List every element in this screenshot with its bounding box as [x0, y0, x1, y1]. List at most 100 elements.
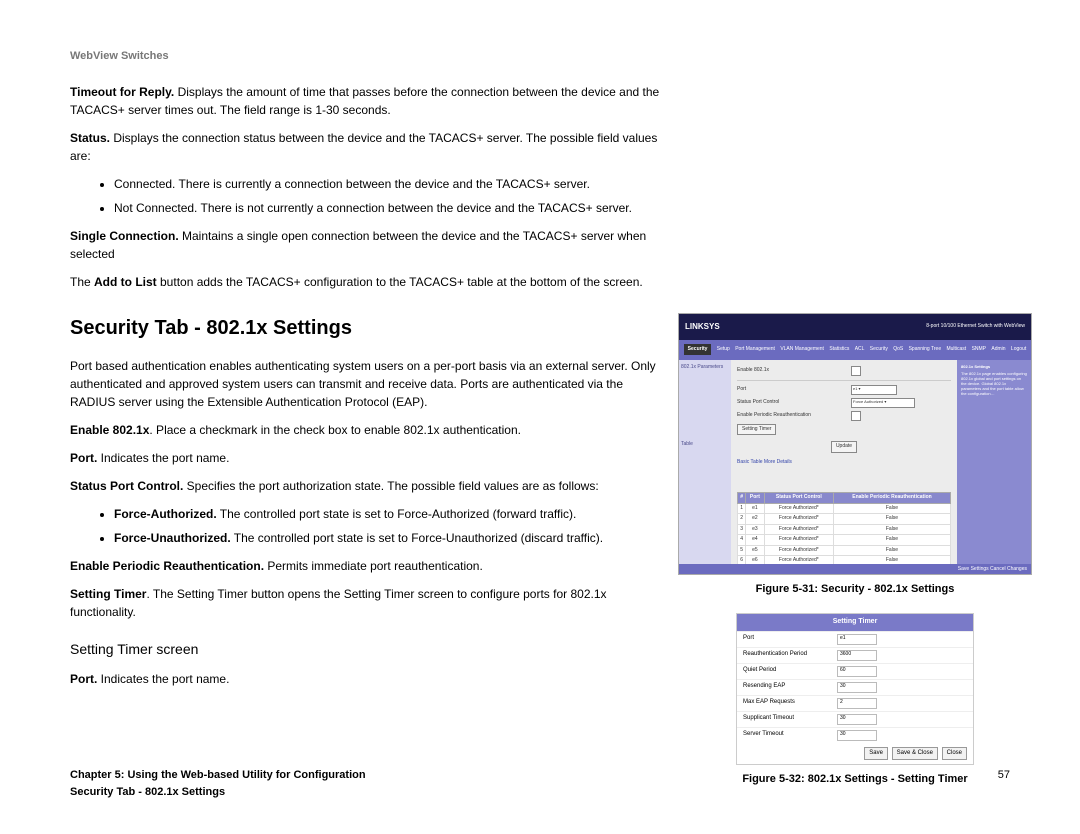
fig31-nav: Security Setup Port Management VLAN Mana… — [679, 340, 1031, 360]
fig31-nav-item[interactable]: ACL — [855, 346, 865, 354]
enable-checkbox[interactable] — [851, 366, 861, 376]
status-item-connected: Connected. There is currently a connecti… — [114, 175, 660, 193]
fig31-nav-item[interactable]: VLAN Management — [780, 346, 824, 354]
addlist-pre: The — [70, 275, 94, 289]
timeout-label: Timeout for Reply. — [70, 85, 174, 99]
fig31-nav-item[interactable]: QoS — [893, 346, 903, 354]
fig31-nav-item[interactable]: Security — [870, 346, 888, 354]
th: Status Port Control — [764, 493, 833, 504]
fig31-enable-label: Enable 802.1x — [737, 367, 847, 375]
fig31-sidebar: 802.1x Parameters Table — [679, 360, 731, 574]
fig32-row: Reauthentication Period3600 — [737, 647, 973, 663]
spc-label: Status Port Control. — [70, 479, 183, 493]
table-row: 2e2Force Authorized*False — [738, 514, 951, 525]
cell: 5 — [738, 545, 746, 556]
status-item-not-connected: Not Connected. There is not currently a … — [114, 199, 660, 217]
table-row: 3e3Force Authorized*False — [738, 524, 951, 535]
fig32-label: Max EAP Requests — [743, 698, 831, 709]
fig32-row: Quiet Period 60 — [737, 663, 973, 679]
fig32-input[interactable]: 30 — [837, 682, 877, 693]
cell: False — [833, 524, 950, 535]
spc-select[interactable]: Force Authorized ▾ — [851, 398, 915, 408]
enable-text: . Place a checkmark in the check box to … — [149, 423, 521, 437]
cell: e3 — [746, 524, 764, 535]
page-footer: Chapter 5: Using the Web-based Utility f… — [70, 767, 1010, 800]
save-button[interactable]: Save — [864, 747, 888, 760]
table-row: 4e4Force Authorized*False — [738, 535, 951, 546]
figure-31: LINKSYS 8-port 10/100 Ethernet Switch wi… — [678, 313, 1032, 575]
fig32-label: Port — [743, 634, 831, 645]
fig32-title: Setting Timer — [737, 614, 973, 631]
cell: Force Authorized* — [764, 545, 833, 556]
port2-para: Port. Indicates the port name. — [70, 670, 660, 688]
fig32-label: Resending EAP — [743, 682, 831, 693]
cell: 3 — [738, 524, 746, 535]
fig31-nav-item[interactable]: Admin — [991, 346, 1005, 354]
fig32-input[interactable]: 60 — [837, 666, 877, 677]
th: Enable Periodic Reauthentication — [833, 493, 950, 504]
epr-para: Enable Periodic Reauthentication. Permit… — [70, 557, 660, 575]
spc-item1-b: Force-Unauthorized. — [114, 531, 231, 545]
status-para: Status. Displays the connection status b… — [70, 129, 660, 165]
section-heading: Security Tab - 802.1x Settings — [70, 313, 660, 343]
table-row: 1e1Force Authorized*False — [738, 503, 951, 514]
spc-item1-t: The controlled port state is set to Forc… — [231, 531, 603, 545]
setting-timer-button[interactable]: Setting Timer — [737, 424, 776, 436]
cell: Force Authorized* — [764, 535, 833, 546]
port-label: Port. — [70, 451, 97, 465]
cell: e1 — [746, 503, 764, 514]
spc-text: Specifies the port authorization state. … — [183, 479, 598, 493]
fig32-input[interactable]: 2 — [837, 698, 877, 709]
fig31-footer: Save Settings Cancel Changes — [679, 564, 1031, 574]
fig31-nav-active[interactable]: Security — [684, 344, 712, 356]
fig31-nav-item[interactable]: Logout — [1011, 346, 1026, 354]
setting-timer-para: Setting Timer. The Setting Timer button … — [70, 585, 660, 621]
cell: Force Authorized* — [764, 524, 833, 535]
fig31-nav-item[interactable]: Port Management — [735, 346, 775, 354]
update-button[interactable]: Update — [831, 441, 857, 453]
cell: Force Authorized* — [764, 514, 833, 525]
port2-text: Indicates the port name. — [97, 672, 229, 686]
rpanel-head: 802.1x Settings — [961, 364, 1027, 369]
fig31-table: # Port Status Port Control Enable Period… — [737, 492, 951, 575]
status-label: Status. — [70, 131, 110, 145]
port-select[interactable]: e1 ▾ — [851, 385, 897, 395]
fig31-nav-item[interactable]: SNMP — [972, 346, 986, 354]
cell: e4 — [746, 535, 764, 546]
spc-item0-b: Force-Authorized. — [114, 507, 217, 521]
enable-para: Enable 802.1x. Place a checkmark in the … — [70, 421, 660, 439]
fig31-port-label: Port — [737, 386, 847, 394]
fig32-label: Quiet Period — [743, 666, 831, 677]
fig31-nav-item[interactable]: Spanning Tree — [909, 346, 942, 354]
fig32-input[interactable]: 3600 — [837, 650, 877, 661]
main-text-column: Timeout for Reply. Displays the amount o… — [70, 83, 660, 804]
fig32-row: Supplicant Timeout 30 — [737, 711, 973, 727]
cell: False — [833, 503, 950, 514]
epr-label: Enable Periodic Reauthentication. — [70, 559, 264, 573]
fig32-label: Supplicant Timeout — [743, 714, 831, 725]
fig31-tab-links[interactable]: Basic Table More Details — [737, 459, 951, 467]
enable-label: Enable 802.1x — [70, 423, 149, 437]
fig31-nav-item[interactable]: Statistics — [829, 346, 849, 354]
fig31-side-item[interactable]: Table — [681, 441, 729, 449]
th: Port — [746, 493, 764, 504]
fig31-nav-item[interactable]: Setup — [717, 346, 730, 354]
fig32-select[interactable]: e1 — [837, 634, 877, 645]
fig32-input[interactable]: 30 — [837, 730, 877, 741]
cell: 4 — [738, 535, 746, 546]
timeout-para: Timeout for Reply. Displays the amount o… — [70, 83, 660, 119]
fig31-nav-item[interactable]: Multicast — [946, 346, 966, 354]
cell: False — [833, 535, 950, 546]
single-conn-para: Single Connection. Maintains a single op… — [70, 227, 660, 263]
fig31-main: Enable 802.1x Port e1 ▾ Status Port Contr… — [731, 360, 957, 574]
fig31-side-item[interactable]: 802.1x Parameters — [681, 364, 729, 372]
save-close-button[interactable]: Save & Close — [892, 747, 938, 760]
fig32-input[interactable]: 30 — [837, 714, 877, 725]
footer-section: Security Tab - 802.1x Settings — [70, 784, 1010, 801]
fig32-label: Server Timeout — [743, 730, 831, 741]
figure-31-caption: Figure 5-31: Security - 802.1x Settings — [678, 581, 1032, 598]
st-text: . The Setting Timer button opens the Set… — [70, 587, 607, 619]
close-button[interactable]: Close — [942, 747, 967, 760]
epr-checkbox[interactable] — [851, 411, 861, 421]
fig31-brand: LINKSYS — [685, 321, 720, 333]
